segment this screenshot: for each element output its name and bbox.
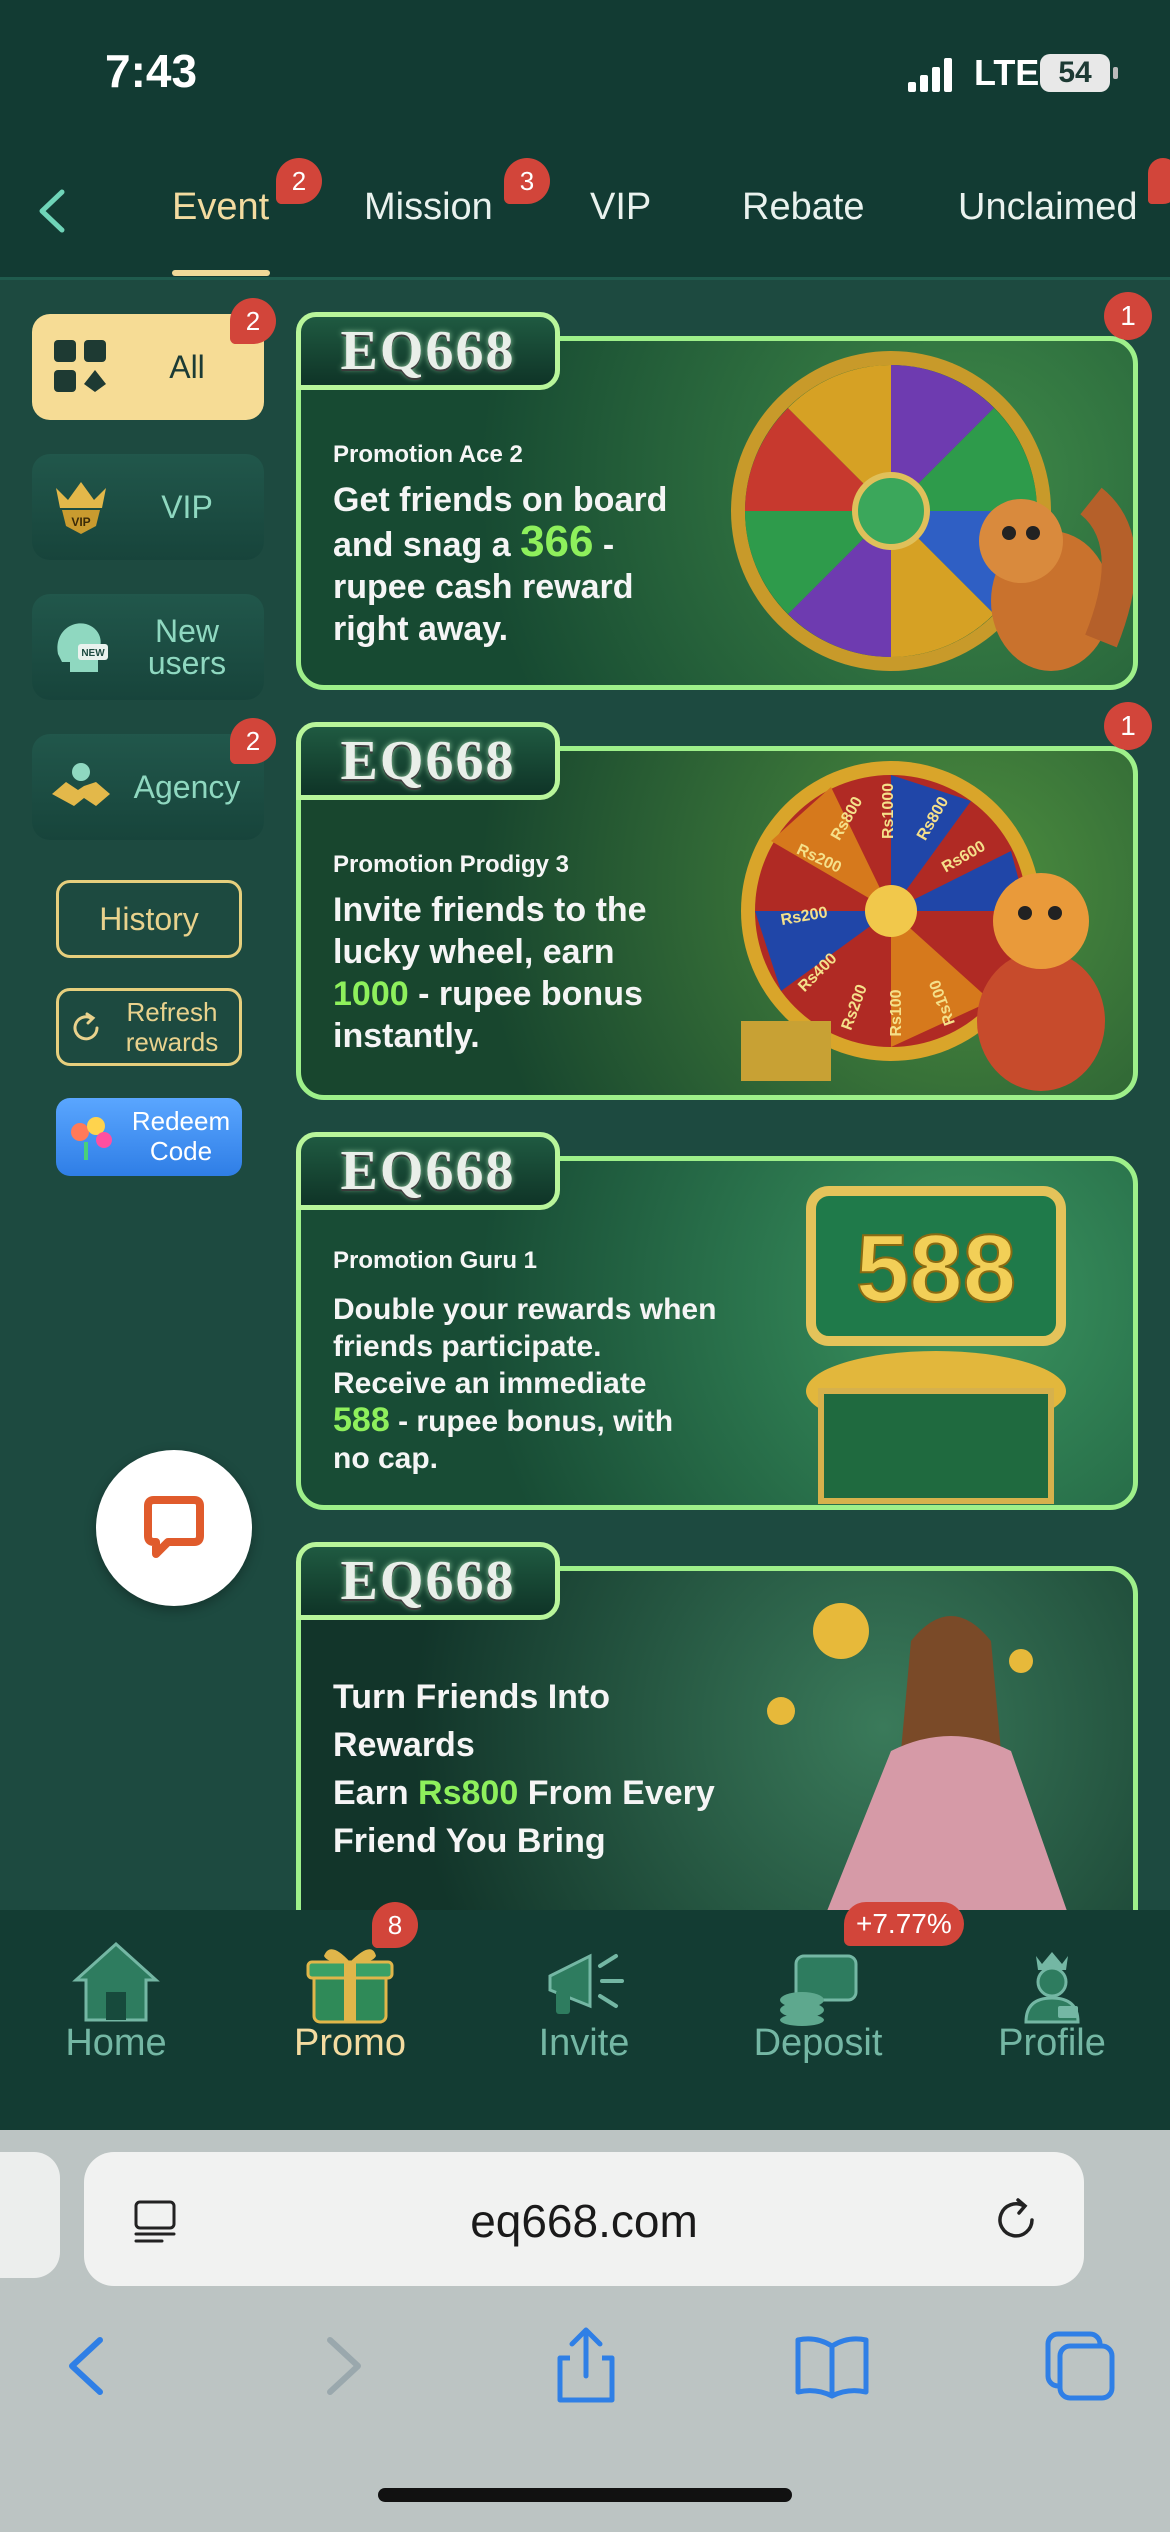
history-button[interactable]: History bbox=[56, 880, 242, 958]
gift-icon bbox=[306, 1949, 394, 2024]
nav-home[interactable]: Home bbox=[16, 1910, 216, 2090]
banner-text: Get friends on board and snag a 366 - ru… bbox=[333, 481, 668, 648]
nav-promo-badge: 8 bbox=[372, 1902, 418, 1948]
banner-badge: 1 bbox=[1104, 702, 1152, 750]
tab-vip[interactable]: VIP bbox=[590, 186, 651, 229]
reload-icon[interactable] bbox=[990, 2194, 1042, 2246]
refresh-rewards-label: Refresh rewards bbox=[125, 997, 219, 1057]
megaphone-icon bbox=[548, 1953, 624, 2014]
back-chevron-icon[interactable] bbox=[30, 184, 74, 238]
browser-toolbar: eq668.com bbox=[0, 2130, 1170, 2532]
new-user-head-icon: NEW bbox=[57, 623, 108, 672]
address-bar[interactable]: eq668.com bbox=[84, 2152, 1084, 2286]
sidebar-agency-badge: 2 bbox=[230, 718, 276, 764]
svg-text:NEW: NEW bbox=[81, 648, 105, 659]
tabs-icon[interactable] bbox=[1040, 2326, 1120, 2406]
refresh-icon bbox=[73, 1012, 99, 1041]
banner-subtitle: Promotion Guru 1 bbox=[333, 1247, 537, 1274]
refresh-rewards-button[interactable]: Refresh rewards bbox=[56, 988, 242, 1066]
forward-arrow-icon[interactable] bbox=[300, 2326, 380, 2406]
eq668-logo: EQ668 bbox=[296, 312, 560, 390]
status-bar: 7:43 LTE 54 bbox=[0, 0, 1170, 140]
vip-profile-icon bbox=[1024, 1952, 1080, 2024]
nav-label: Home bbox=[65, 2022, 167, 2064]
tab-unclaimed-badge bbox=[1148, 158, 1170, 204]
prize-wheel-squirrel-illustration bbox=[731, 351, 1133, 671]
nav-label: Promo bbox=[294, 2022, 406, 2064]
network-type: LTE bbox=[974, 52, 1040, 93]
flower-icon bbox=[71, 1117, 112, 1160]
nav-promo[interactable]: Promo bbox=[250, 1910, 450, 2090]
nav-invite[interactable]: Invite bbox=[484, 1910, 684, 2090]
tab-mission-badge: 3 bbox=[504, 158, 550, 204]
banner-subtitle: Promotion Ace 2 bbox=[333, 441, 523, 468]
battery-icon: 54 bbox=[1040, 54, 1118, 92]
nav-label: Deposit bbox=[753, 2022, 883, 2064]
sidebar-item-label: VIP bbox=[161, 489, 213, 525]
signal-icon bbox=[908, 58, 952, 92]
eq668-logo: EQ668 bbox=[296, 722, 560, 800]
back-arrow-icon[interactable] bbox=[50, 2326, 130, 2406]
bookmarks-icon[interactable] bbox=[792, 2326, 872, 2406]
redeem-code-label: Redeem Code bbox=[131, 1106, 231, 1166]
wheel-label: Rs100 bbox=[888, 989, 905, 1036]
url-text: eq668.com bbox=[470, 2195, 698, 2247]
tab-mission[interactable]: Mission bbox=[364, 186, 493, 229]
status-time: 7:43 bbox=[105, 45, 198, 97]
nav-label: Invite bbox=[538, 2022, 630, 2064]
tab-rebate[interactable]: Rebate bbox=[742, 186, 865, 229]
bottom-nav: Home Promo 8 Invite Deposit +7.77% Profi… bbox=[0, 1902, 1170, 2130]
banner-subtitle: Promotion Prodigy 3 bbox=[333, 851, 570, 878]
sidebar-item-label: New users bbox=[147, 613, 227, 681]
previous-tab-preview[interactable] bbox=[0, 2152, 60, 2278]
crown-shield-icon: VIP bbox=[56, 482, 106, 534]
tab-event[interactable]: Event bbox=[172, 186, 269, 229]
eq668-logo: EQ668 bbox=[296, 1542, 560, 1620]
lucky-wheel-tiger-illustration: Rs800 Rs1000 Rs800 Rs600 Rs200 Rs200 Rs4… bbox=[741, 761, 1105, 1091]
nav-label: Profile bbox=[998, 2022, 1106, 2064]
redeem-code-button[interactable]: Redeem Code bbox=[56, 1098, 242, 1176]
treasure-chest-588-illustration: 588 bbox=[806, 1186, 1066, 1504]
top-tab-bar: Event 2 Mission 3 VIP Rebate Unclaimed bbox=[0, 140, 1170, 280]
share-icon[interactable] bbox=[546, 2326, 626, 2406]
nav-deposit-badge: +7.77% bbox=[844, 1902, 964, 1946]
home-indicator bbox=[378, 2488, 792, 2502]
banner-text: Double your rewards when friends partici… bbox=[333, 1293, 717, 1475]
banner-text: Turn Friends Into Rewards Earn Rs800 Fro… bbox=[333, 1678, 715, 1860]
active-tab-indicator bbox=[172, 270, 270, 276]
eq668-logo: EQ668 bbox=[296, 1132, 560, 1210]
tab-unclaimed[interactable]: Unclaimed bbox=[958, 186, 1138, 229]
sidebar-item-vip[interactable]: VIP VIP bbox=[32, 454, 264, 560]
sidebar-item-new-users[interactable]: NEW New users bbox=[32, 594, 264, 700]
banner-badge: 1 bbox=[1104, 292, 1152, 340]
house-icon bbox=[72, 1941, 160, 2022]
svg-text:VIP: VIP bbox=[71, 515, 90, 529]
tab-event-badge: 2 bbox=[276, 158, 322, 204]
banner-text: Invite friends to the lucky wheel, earn … bbox=[333, 891, 647, 1055]
nav-profile[interactable]: Profile bbox=[952, 1910, 1152, 2090]
wheel-label: Rs1000 bbox=[880, 783, 897, 839]
sidebar-all-badge: 2 bbox=[230, 298, 276, 344]
wallet-coins-icon bbox=[780, 1954, 858, 2026]
chat-support-button[interactable] bbox=[96, 1450, 252, 1606]
grid-icon bbox=[54, 340, 106, 392]
chest-number: 588 bbox=[856, 1215, 1016, 1322]
handshake-icon bbox=[52, 763, 110, 806]
promo-banner-turn-friends[interactable]: Turn Friends Into Rewards Earn Rs800 Fro… bbox=[296, 1566, 1138, 1966]
